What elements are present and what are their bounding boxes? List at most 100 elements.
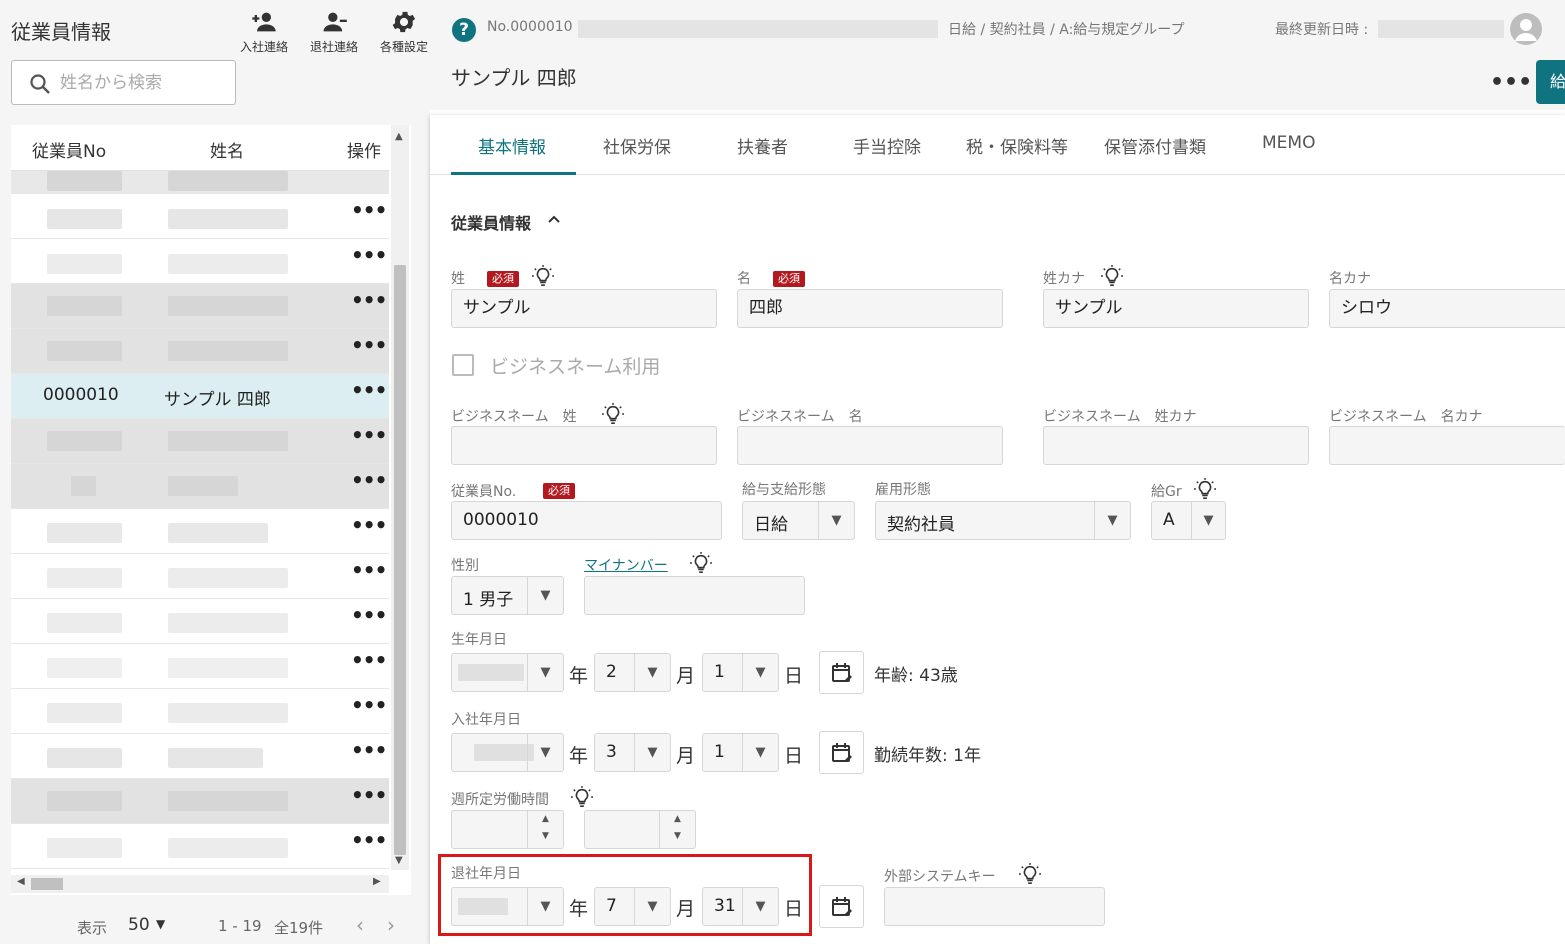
scroll-down-icon[interactable]: ▼	[395, 855, 403, 866]
search-input[interactable]	[60, 69, 230, 97]
horizontal-scrollbar[interactable]: ◀ ▶	[11, 875, 389, 893]
next-page-icon[interactable]: ›	[387, 913, 395, 937]
row-menu-button[interactable]: •••	[351, 558, 387, 582]
tab-memo[interactable]: MEMO	[1262, 133, 1315, 153]
pay-group-select[interactable]: A ▼	[1151, 501, 1226, 540]
scroll-left-icon[interactable]: ◀	[17, 876, 25, 887]
birth-month-select[interactable]: 2 ▼	[594, 653, 671, 692]
prev-page-icon[interactable]: ‹	[356, 913, 364, 937]
settings-button[interactable]: 各種設定	[372, 8, 436, 55]
table-row[interactable]: •••	[11, 734, 389, 779]
tab-attachments[interactable]: 保管添付書類	[1104, 133, 1206, 158]
stepper-arrows-icon[interactable]: ▲ ▼	[659, 811, 695, 848]
row-menu-button[interactable]: •••	[351, 198, 387, 222]
birth-year-select[interactable]: ▼	[451, 653, 564, 692]
scroll-thumb[interactable]	[394, 265, 406, 855]
row-menu-button[interactable]: •••	[351, 828, 387, 852]
external-key-input[interactable]	[884, 887, 1105, 926]
retire-day-select[interactable]: 31 ▼	[702, 887, 779, 926]
save-button[interactable]: 給	[1536, 60, 1565, 104]
vertical-scrollbar[interactable]: ▲ ▼	[391, 125, 409, 870]
first-name-input[interactable]: 四郎	[737, 289, 1003, 328]
row-menu-button[interactable]: •••	[351, 513, 387, 537]
tab-tax[interactable]: 税・保険料等	[966, 133, 1068, 158]
bn-last-kana-input[interactable]	[1043, 426, 1309, 465]
row-menu-button[interactable]: •••	[351, 603, 387, 627]
table-row[interactable]: •••	[11, 824, 389, 869]
table-row[interactable]: •••	[11, 464, 389, 509]
lightbulb-icon[interactable]	[1101, 265, 1123, 287]
help-icon[interactable]: ?	[452, 18, 476, 42]
tab-dependents[interactable]: 扶養者	[737, 133, 788, 158]
gender-select[interactable]: 1 男子 ▼	[451, 576, 564, 615]
table-row[interactable]: •••	[11, 509, 389, 554]
my-number-input[interactable]	[584, 576, 805, 615]
hire-year-select[interactable]: ▼	[451, 733, 564, 772]
table-row[interactable]: •••	[11, 644, 389, 689]
weekly-minutes-stepper[interactable]: ▲ ▼	[584, 810, 696, 849]
row-menu-button[interactable]: •••	[351, 171, 387, 177]
hire-day-select[interactable]: 1 ▼	[702, 733, 779, 772]
row-menu-button[interactable]: •••	[351, 378, 387, 402]
employment-type-select[interactable]: 契約社員 ▼	[875, 501, 1131, 540]
retire-month-select[interactable]: 7 ▼	[594, 887, 671, 926]
retire-calendar-button[interactable]	[819, 885, 864, 928]
per-page-select[interactable]: 50	[128, 915, 150, 935]
table-row[interactable]: •••	[11, 689, 389, 734]
avatar[interactable]	[1510, 13, 1542, 45]
hire-calendar-button[interactable]	[819, 731, 864, 774]
table-row[interactable]: •••	[11, 284, 389, 329]
table-row[interactable]: •••	[11, 599, 389, 644]
row-menu-button[interactable]: •••	[351, 288, 387, 312]
chevron-down-icon[interactable]: ▼	[156, 917, 165, 931]
lightbulb-icon[interactable]	[532, 265, 554, 287]
row-menu-button[interactable]: •••	[351, 783, 387, 807]
row-menu-button[interactable]: •••	[351, 243, 387, 267]
first-kana-input[interactable]: シロウ	[1329, 289, 1565, 328]
bn-first-kana-input[interactable]	[1329, 426, 1565, 465]
birth-day-select[interactable]: 1 ▼	[702, 653, 779, 692]
birth-calendar-button[interactable]	[819, 651, 864, 694]
weekly-hours-stepper[interactable]: ▲ ▼	[451, 810, 564, 849]
lightbulb-icon[interactable]	[690, 552, 712, 574]
pay-type-select[interactable]: 日給 ▼	[742, 501, 855, 540]
row-menu-button[interactable]: •••	[351, 738, 387, 762]
last-kana-input[interactable]: サンプル	[1043, 289, 1309, 328]
tab-allowances[interactable]: 手当控除	[853, 133, 921, 158]
employee-no-input[interactable]: 0000010	[451, 501, 722, 540]
bn-first-input[interactable]	[737, 426, 1003, 465]
row-menu-button[interactable]: •••	[351, 333, 387, 357]
row-menu-button[interactable]: •••	[351, 693, 387, 717]
last-name-input[interactable]: サンプル	[451, 289, 717, 328]
lightbulb-icon[interactable]	[571, 786, 593, 808]
more-options-button[interactable]: •••	[1490, 70, 1532, 95]
scroll-right-icon[interactable]: ▶	[373, 876, 381, 887]
table-row[interactable]: •••	[11, 194, 389, 239]
section-header[interactable]: 従業員情報	[451, 210, 560, 234]
retire-year-select[interactable]: ▼	[451, 887, 564, 926]
row-menu-button[interactable]: •••	[351, 648, 387, 672]
tab-social-insurance[interactable]: 社保労保	[603, 133, 671, 158]
table-row[interactable]: •••	[11, 329, 389, 374]
scroll-up-icon[interactable]: ▲	[395, 131, 403, 142]
row-menu-button[interactable]: •••	[351, 468, 387, 492]
hire-notice-button[interactable]: 入社連絡	[232, 8, 296, 55]
business-name-checkbox[interactable]	[452, 354, 474, 376]
bn-last-input[interactable]	[451, 426, 717, 465]
row-menu-button[interactable]: •••	[351, 423, 387, 447]
lightbulb-icon[interactable]	[602, 403, 624, 425]
hire-month-select[interactable]: 3 ▼	[594, 733, 671, 772]
retire-notice-button[interactable]: 退社連絡	[302, 8, 366, 55]
scroll-thumb-horizontal[interactable]	[31, 878, 63, 890]
lightbulb-icon[interactable]	[1194, 478, 1216, 500]
tab-basic-info[interactable]: 基本情報	[478, 133, 546, 158]
table-row[interactable]: •••	[11, 554, 389, 599]
table-row[interactable]: •••	[11, 779, 389, 824]
stepper-arrows-icon[interactable]: ▲ ▼	[527, 811, 563, 848]
table-row[interactable]: •••	[11, 171, 389, 194]
my-number-link[interactable]: マイナンバー	[584, 555, 668, 575]
lightbulb-icon[interactable]	[1019, 863, 1041, 885]
table-row-selected[interactable]: 0000010 サンプル 四郎 •••	[11, 374, 389, 419]
table-row[interactable]: •••	[11, 419, 389, 464]
table-row[interactable]: •••	[11, 239, 389, 284]
